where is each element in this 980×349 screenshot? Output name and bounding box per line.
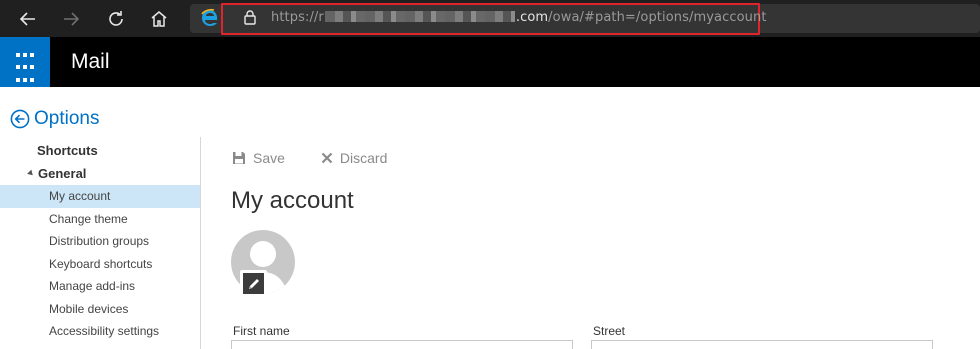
save-label: Save [253, 150, 285, 166]
forward-arrow-icon[interactable] [58, 6, 84, 32]
refresh-icon[interactable] [103, 6, 129, 32]
first-name-field[interactable] [231, 340, 573, 349]
sidebar-item-keyboard-shortcuts[interactable]: Keyboard shortcuts [0, 253, 200, 276]
expand-triangle-icon [27, 169, 35, 178]
sidebar-divider [200, 137, 201, 349]
save-button[interactable]: Save [232, 150, 285, 166]
app-header: Mail [0, 37, 980, 87]
command-toolbar: Save Discard [232, 150, 423, 166]
browser-toolbar: https://r .com/owa/#path=/options/myaccou… [0, 0, 980, 37]
discard-x-icon [321, 152, 333, 164]
edge-logo-icon [201, 8, 219, 28]
edit-photo-button[interactable] [240, 270, 267, 297]
url-host-suffix: .com [515, 10, 549, 25]
sidebar-item-shortcuts[interactable]: Shortcuts [37, 143, 98, 158]
street-label: Street [593, 324, 626, 338]
app-title: Mail [71, 50, 110, 73]
sidebar-list: My account Change theme Distribution gro… [0, 185, 200, 343]
discard-label: Discard [339, 150, 388, 166]
page-title: My account [231, 187, 354, 214]
url-text[interactable]: https://r .com/owa/#path=/options/myaccou… [271, 10, 767, 25]
sidebar-group-general[interactable]: General [27, 166, 87, 181]
url-host-prefix: r [318, 10, 324, 25]
discard-button[interactable]: Discard [321, 150, 387, 166]
back-arrow-icon[interactable] [15, 6, 41, 32]
url-scheme: https:// [271, 10, 319, 25]
home-icon[interactable] [146, 6, 172, 32]
redacted-host [324, 11, 515, 22]
back-circle-arrow-icon [10, 109, 30, 129]
url-path: /owa/#path=/options/myaccount [548, 10, 767, 25]
sidebar-item-distribution-groups[interactable]: Distribution groups [0, 230, 200, 253]
sidebar-group-general-label: General [38, 166, 87, 181]
pencil-icon [248, 278, 259, 289]
first-name-label: First name [233, 324, 290, 338]
sidebar-item-my-account[interactable]: My account [0, 185, 200, 208]
options-title: Options [34, 108, 100, 129]
sidebar-item-manage-add-ins[interactable]: Manage add-ins [0, 275, 200, 298]
options-back-link[interactable]: Options [10, 108, 99, 130]
save-disk-icon [233, 152, 245, 164]
lock-icon [243, 9, 257, 30]
app-launcher-waffle-icon[interactable] [0, 37, 50, 87]
street-field[interactable] [591, 340, 933, 349]
sidebar-item-mobile-devices[interactable]: Mobile devices [0, 298, 200, 321]
sidebar-item-change-theme[interactable]: Change theme [0, 208, 200, 231]
sidebar-item-accessibility-settings[interactable]: Accessibility settings [0, 320, 200, 343]
